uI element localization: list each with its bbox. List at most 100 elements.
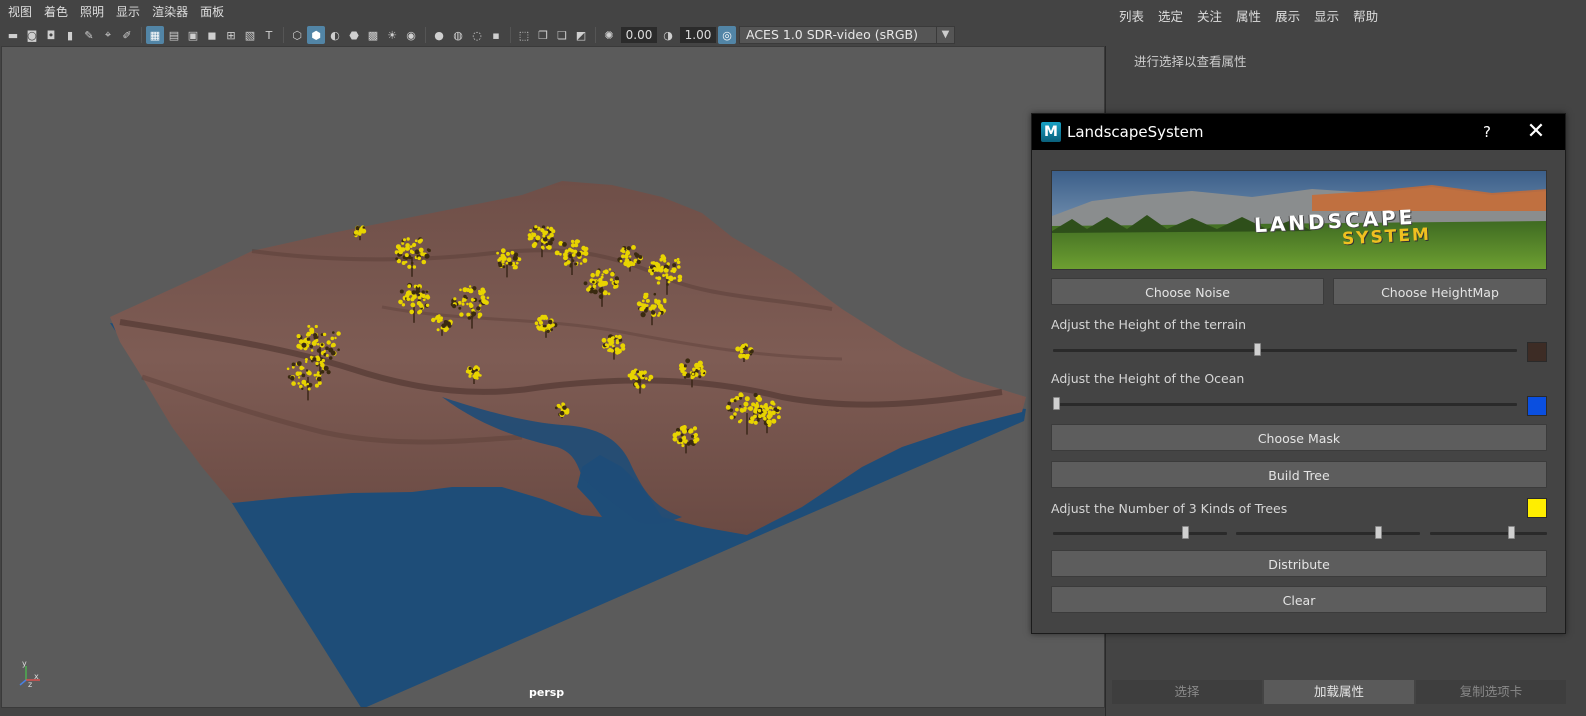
slider-handle[interactable]	[1053, 397, 1060, 410]
terrain-scene	[110, 181, 1026, 707]
axis-x-label: x	[34, 672, 39, 681]
menu-view[interactable]: 视图	[8, 0, 40, 24]
color-management-icon[interactable]: ◎	[718, 26, 736, 44]
maya-logo-icon: M	[1041, 122, 1061, 142]
menu-attributes[interactable]: 属性	[1236, 6, 1261, 25]
dialog-title: LandscapeSystem	[1067, 123, 1204, 141]
resolution-gate-icon[interactable]: ▣	[184, 26, 202, 44]
clear-button[interactable]: Clear	[1051, 586, 1547, 613]
grease-pencil-icon[interactable]: ✐	[118, 26, 136, 44]
menu-help[interactable]: 帮助	[1353, 6, 1378, 25]
toolbar-separator	[595, 27, 596, 43]
axis-gizmo-icon: y x z	[19, 659, 40, 688]
maya-window: 视图 着色 照明 显示 渲染器 面板 ▬ ◙ ◘ ▮ ✎ ⌖ ✐ ▦ ▤ ▣ ◼…	[0, 0, 1586, 716]
gamma-field[interactable]: 1.00	[680, 27, 716, 43]
menu-selected[interactable]: 选定	[1158, 6, 1183, 25]
ocean-height-label: Adjust the Height of the Ocean	[1051, 371, 1245, 386]
camera-attributes-icon[interactable]: ◙	[23, 26, 41, 44]
terrain-height-label: Adjust the Height of the terrain	[1051, 317, 1247, 332]
choose-heightmap-button[interactable]: Choose HeightMap	[1333, 278, 1547, 305]
gate-mask-icon[interactable]: ◼	[203, 26, 221, 44]
menu-show-ae[interactable]: 展示	[1275, 6, 1300, 25]
xray-joints-icon[interactable]: ❏	[553, 26, 571, 44]
viewport-toolbar: ▬ ◙ ◘ ▮ ✎ ⌖ ✐ ▦ ▤ ▣ ◼ ⊞ ▧ T ⬡ ⬢ ◐ ⬣ ▩ ☀ …	[0, 24, 1106, 46]
toolbar-separator	[510, 27, 511, 43]
camera-icon[interactable]: ▬	[4, 26, 22, 44]
attribute-editor-menubar: 列表 选定 关注 属性 展示 显示 帮助	[1107, 0, 1586, 30]
colorspace-value: ACES 1.0 SDR-video (sRGB)	[746, 27, 918, 42]
snap-icon[interactable]: ⌖	[99, 26, 117, 44]
exposure-field[interactable]: 0.00	[621, 27, 657, 43]
copy-tab-button[interactable]: 复制选项卡	[1416, 680, 1566, 704]
load-attributes-button[interactable]: 加载属性	[1264, 680, 1414, 704]
textured-icon[interactable]: ⬣	[345, 26, 363, 44]
attribute-editor-hint: 进行选择以查看属性	[1134, 54, 1247, 69]
build-tree-button[interactable]: Build Tree	[1051, 461, 1547, 488]
gamma-icon[interactable]: ◑	[659, 26, 677, 44]
motion-blur-icon[interactable]: ◍	[449, 26, 467, 44]
menu-panels[interactable]: 面板	[200, 0, 232, 24]
slider-handle[interactable]	[1254, 343, 1261, 356]
tree-count-label: Adjust the Number of 3 Kinds of Trees	[1051, 501, 1288, 516]
wireframe-cube-icon[interactable]: ⬡	[288, 26, 306, 44]
safe-action-icon[interactable]: ▧	[241, 26, 259, 44]
terrain-color-swatch[interactable]	[1527, 342, 1547, 362]
checker-icon[interactable]: ▩	[364, 26, 382, 44]
tree-type2-slider[interactable]	[1236, 526, 1420, 539]
choose-noise-button[interactable]: Choose Noise	[1051, 278, 1324, 305]
safe-title-icon[interactable]: T	[260, 26, 278, 44]
ocean-height-slider[interactable]	[1053, 397, 1517, 410]
landscape-system-dialog: M LandscapeSystem ? ✕ LANDSCAPE SYSTEM C…	[1031, 113, 1566, 634]
select-button[interactable]: 选择	[1112, 680, 1262, 704]
ambient-occlusion-icon[interactable]: ●	[430, 26, 448, 44]
pen-icon[interactable]: ✎	[80, 26, 98, 44]
wireframe-on-shaded-icon[interactable]: ◐	[326, 26, 344, 44]
film-gate-icon[interactable]: ◘	[42, 26, 60, 44]
menu-display[interactable]: 显示	[1314, 6, 1339, 25]
menu-shading[interactable]: 着色	[44, 0, 76, 24]
xray-icon[interactable]: ❐	[534, 26, 552, 44]
colorspace-dropdown[interactable]: ACES 1.0 SDR-video (sRGB) ▼	[739, 26, 955, 44]
shadow-icon[interactable]: ◉	[402, 26, 420, 44]
camera-label: persp	[529, 686, 565, 699]
toolbar-separator	[425, 27, 426, 43]
toolbar-separator	[283, 27, 284, 43]
menu-show[interactable]: 显示	[116, 0, 148, 24]
tree-type3-slider[interactable]	[1430, 526, 1547, 539]
toolbar-separator	[141, 27, 142, 43]
shaded-cube-icon[interactable]: ⬢	[307, 26, 325, 44]
xray-components-icon[interactable]: ◩	[572, 26, 590, 44]
ocean-color-swatch[interactable]	[1527, 396, 1547, 416]
help-button[interactable]: ?	[1467, 123, 1507, 141]
slider-handle[interactable]	[1508, 526, 1515, 539]
grid-icon[interactable]: ▦	[146, 26, 164, 44]
viewport-panel: 视图 着色 照明 显示 渲染器 面板 ▬ ◙ ◘ ▮ ✎ ⌖ ✐ ▦ ▤ ▣ ◼…	[0, 0, 1106, 716]
menu-focus[interactable]: 关注	[1197, 6, 1222, 25]
terrain-mesh	[110, 181, 1026, 535]
film-icon[interactable]: ▤	[165, 26, 183, 44]
anti-alias-icon[interactable]: ◌	[468, 26, 486, 44]
landscape-banner-image: LANDSCAPE SYSTEM	[1051, 170, 1547, 270]
menu-renderer[interactable]: 渲染器	[152, 0, 196, 24]
exposure-icon[interactable]: ✺	[600, 26, 618, 44]
dialog-titlebar[interactable]: M LandscapeSystem ? ✕	[1032, 114, 1565, 150]
field-chart-icon[interactable]: ⊞	[222, 26, 240, 44]
tree-color-swatch[interactable]	[1527, 498, 1547, 518]
menu-list[interactable]: 列表	[1119, 6, 1144, 25]
close-button[interactable]: ✕	[1507, 121, 1565, 143]
terrain-height-slider[interactable]	[1053, 343, 1517, 356]
depth-of-field-icon[interactable]: ▪	[487, 26, 505, 44]
axis-z-label: z	[28, 680, 32, 688]
slider-handle[interactable]	[1182, 526, 1189, 539]
slider-handle[interactable]	[1375, 526, 1382, 539]
choose-mask-button[interactable]: Choose Mask	[1051, 424, 1547, 451]
isolate-select-icon[interactable]: ⬚	[515, 26, 533, 44]
3d-viewport[interactable]	[1, 46, 1105, 708]
bookmark-icon[interactable]: ▮	[61, 26, 79, 44]
tree-type1-slider[interactable]	[1053, 526, 1227, 539]
viewport-menubar: 视图 着色 照明 显示 渲染器 面板	[0, 0, 1106, 24]
light-icon[interactable]: ☀	[383, 26, 401, 44]
menu-lighting[interactable]: 照明	[80, 0, 112, 24]
distribute-button[interactable]: Distribute	[1051, 550, 1547, 577]
chevron-down-icon: ▼	[936, 27, 954, 43]
